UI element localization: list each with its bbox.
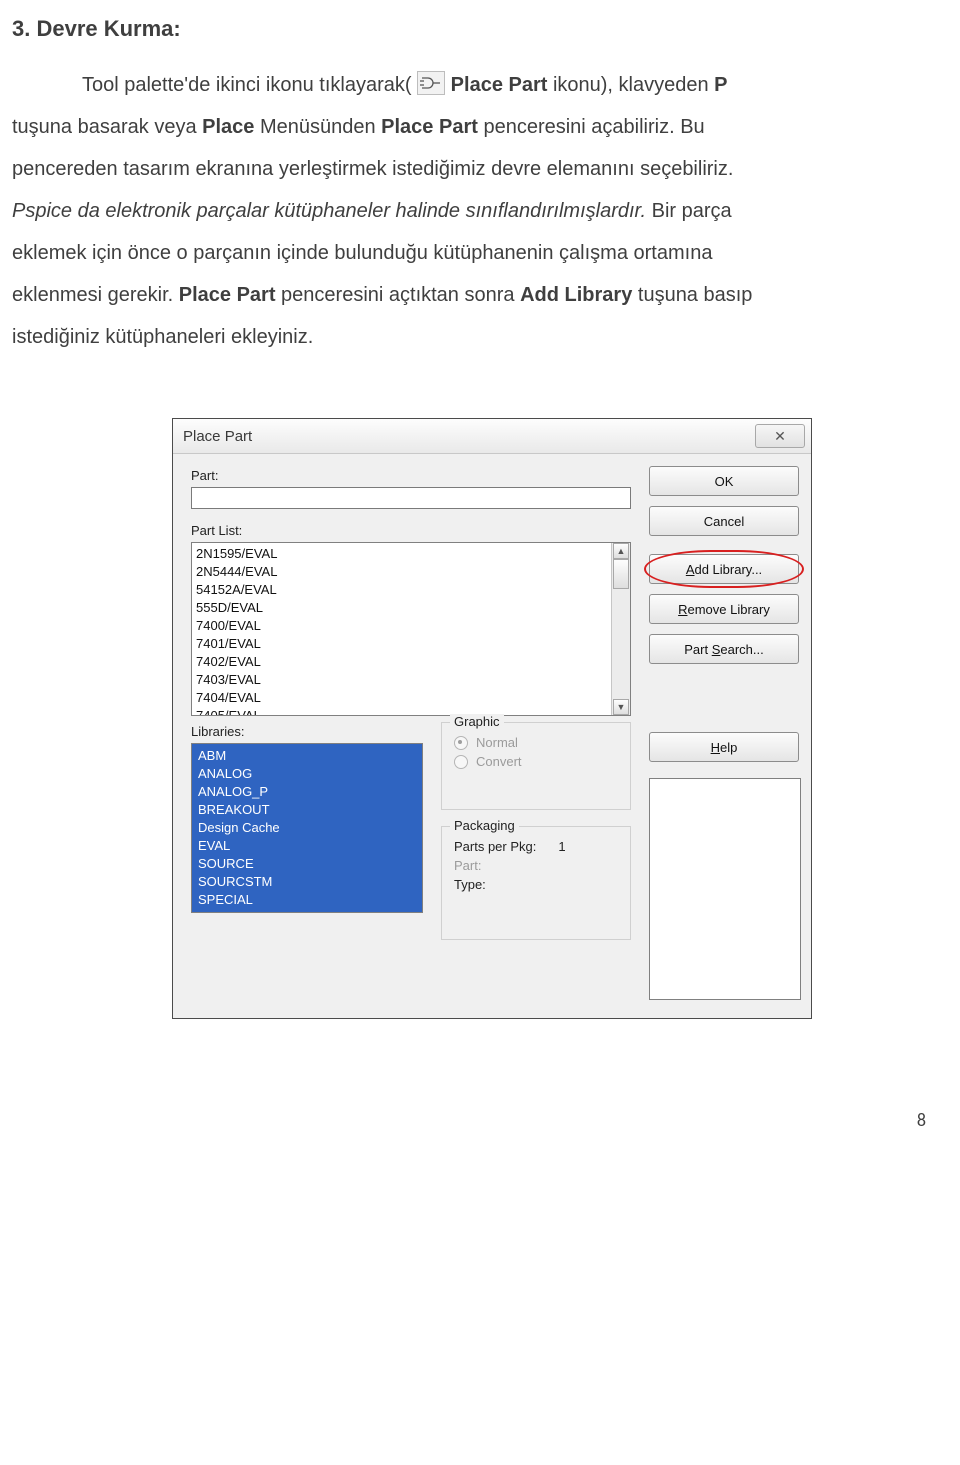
type-label: Type: — [454, 877, 486, 892]
dialog-titlebar: Place Part ✕ — [173, 419, 811, 454]
list-item[interactable]: 7404/EVAL — [196, 689, 630, 707]
list-item[interactable]: 2N5444/EVAL — [196, 563, 630, 581]
radio-normal[interactable]: Normal — [454, 735, 618, 750]
list-item[interactable]: ANALOG — [198, 765, 422, 783]
list-item[interactable]: 2N1595/EVAL — [196, 545, 630, 563]
close-button[interactable]: ✕ — [755, 424, 805, 448]
text-run: Tool palette'de ikinci ikonu tıklayarak( — [12, 74, 412, 96]
list-item[interactable]: 7403/EVAL — [196, 671, 630, 689]
text-run: P — [714, 74, 727, 96]
list-item[interactable]: SOURCSTM — [198, 873, 422, 891]
list-item[interactable]: SPECIAL — [198, 891, 422, 909]
cancel-button[interactable]: Cancel — [649, 506, 799, 536]
part-input[interactable] — [191, 487, 631, 509]
libraries-label: Libraries: — [191, 724, 421, 739]
text-run: ikonu), klavyeden — [547, 74, 714, 96]
text-run: tuşuna basıp — [632, 284, 752, 306]
part-list[interactable]: 2N1595/EVAL 2N5444/EVAL 54152A/EVAL 555D… — [191, 542, 631, 716]
radio-icon — [454, 755, 468, 769]
list-item[interactable]: 7401/EVAL — [196, 635, 630, 653]
paragraph: Tool palette'de ikinci ikonu tıklayarak(… — [12, 64, 940, 358]
list-item[interactable]: BREAKOUT — [198, 801, 422, 819]
text-run: Add Library — [520, 284, 632, 306]
radio-convert[interactable]: Convert — [454, 754, 618, 769]
text-run: pencereden tasarım ekranına yerleştirmek… — [12, 158, 733, 180]
ok-button[interactable]: OK — [649, 466, 799, 496]
list-item[interactable]: Design Cache — [198, 819, 422, 837]
list-item[interactable]: ANALOG_P — [198, 783, 422, 801]
part-search-button[interactable]: Part Search... — [649, 634, 799, 664]
place-part-dialog: Place Part ✕ Part: Part List: 2N1595/EVA… — [172, 418, 812, 1019]
graphic-group: Graphic Normal Convert — [441, 722, 631, 810]
section-heading: 3. Devre Kurma: — [12, 16, 940, 42]
libraries-list[interactable]: ABM ANALOG ANALOG_P BREAKOUT Design Cach… — [191, 743, 423, 913]
packaging-part-label: Part: — [454, 858, 481, 873]
text-run: eklemek için önce o parçanın içinde bulu… — [12, 242, 712, 264]
part-list-label: Part List: — [191, 523, 631, 538]
packaging-legend: Packaging — [450, 818, 519, 833]
text-run: istediğiniz kütüphaneleri ekleyiniz. — [12, 326, 313, 348]
part-label: Part: — [191, 468, 631, 483]
list-item[interactable]: 7405/EVAL — [196, 707, 630, 716]
scrollbar[interactable]: ▲ ▼ — [611, 543, 630, 715]
scroll-down-icon[interactable]: ▼ — [613, 699, 629, 715]
parts-per-pkg-value: 1 — [558, 839, 565, 854]
graphic-legend: Graphic — [450, 714, 504, 729]
text-run: Bir parça — [646, 200, 732, 222]
list-item[interactable]: 555D/EVAL — [196, 599, 630, 617]
text-run: Menüsünden — [254, 116, 381, 138]
text-run: Place Part — [179, 284, 276, 306]
text-run: tuşuna basarak veya — [12, 116, 202, 138]
add-library-button[interactable]: Add Library... — [649, 554, 799, 584]
text-run: Place Part — [451, 74, 548, 96]
list-item[interactable]: 54152A/EVAL — [196, 581, 630, 599]
dialog-title: Place Part — [183, 428, 252, 445]
list-item[interactable]: EVAL — [198, 837, 422, 855]
remove-library-button[interactable]: Remove Library — [649, 594, 799, 624]
list-item[interactable]: SOURCE — [198, 855, 422, 873]
close-icon: ✕ — [774, 428, 786, 445]
text-run: Place Part — [381, 116, 478, 138]
text-run: eklenmesi gerekir. — [12, 284, 179, 306]
preview-box — [649, 778, 801, 1000]
list-item[interactable]: ABM — [198, 747, 422, 765]
text-run: penceresini açabiliriz. Bu — [478, 116, 705, 138]
list-item[interactable]: 7400/EVAL — [196, 617, 630, 635]
text-run: penceresini açtıktan sonra — [275, 284, 520, 306]
packaging-group: Packaging Parts per Pkg: 1 Part: — [441, 826, 631, 940]
scroll-thumb[interactable] — [613, 559, 629, 589]
text-run: Place — [202, 116, 254, 138]
radio-icon — [454, 736, 468, 750]
list-item[interactable]: 7402/EVAL — [196, 653, 630, 671]
place-part-icon — [417, 71, 445, 95]
page-number: 8 — [12, 1109, 940, 1131]
text-run: Pspice da elektronik parçalar kütüphanel… — [12, 200, 646, 222]
parts-per-pkg-label: Parts per Pkg: — [454, 839, 536, 854]
scroll-up-icon[interactable]: ▲ — [613, 543, 629, 559]
help-button[interactable]: Help — [649, 732, 799, 762]
